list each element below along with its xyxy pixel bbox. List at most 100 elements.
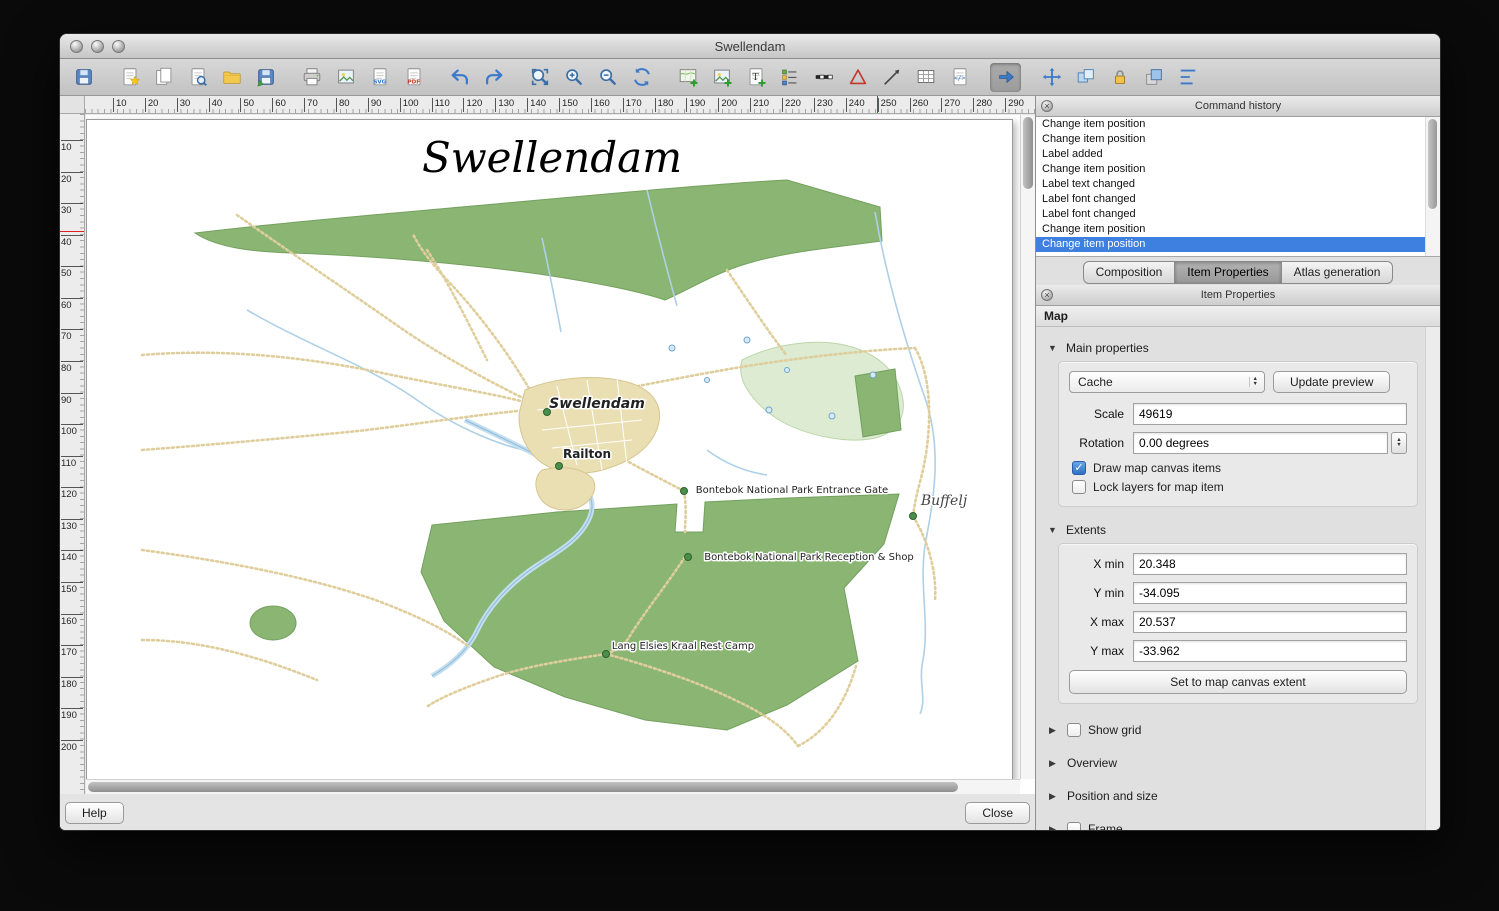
- duplicate-composition-button[interactable]: [148, 63, 179, 92]
- ruler-tick-label: 120: [463, 98, 482, 112]
- raise-items-button[interactable]: [1138, 63, 1169, 92]
- redo-button[interactable]: [478, 63, 509, 92]
- canvas-viewport[interactable]: SwellendamRailtonBontebok National Park …: [86, 115, 1035, 794]
- ruler-tick-label: 20: [145, 98, 159, 112]
- history-item[interactable]: Change item position: [1036, 117, 1440, 132]
- print-button[interactable]: [296, 63, 327, 92]
- toolbar: SVG PDF T </>: [60, 59, 1440, 96]
- disclosure-down-icon[interactable]: [1048, 525, 1059, 535]
- load-template-button[interactable]: [216, 63, 247, 92]
- rotation-stepper[interactable]: ▲▼: [1391, 432, 1407, 454]
- ruler-tick-label: 160: [591, 98, 610, 112]
- zoom-out-button[interactable]: [592, 63, 623, 92]
- svg-text:SVG: SVG: [373, 79, 386, 85]
- save-template-button[interactable]: [250, 63, 281, 92]
- ymin-input[interactable]: [1133, 582, 1407, 604]
- history-item[interactable]: Change item position: [1036, 237, 1440, 252]
- disclosure-right-icon[interactable]: [1049, 791, 1060, 802]
- ruler-corner: [60, 96, 85, 114]
- disclosure-right-icon[interactable]: [1049, 758, 1060, 769]
- set-to-map-canvas-extent-button[interactable]: Set to map canvas extent: [1069, 670, 1407, 694]
- tab-atlas-generation[interactable]: Atlas generation: [1282, 261, 1394, 284]
- composition-manager-button[interactable]: [182, 63, 213, 92]
- lock-items-button[interactable]: [1104, 63, 1135, 92]
- save-project-button[interactable]: [68, 63, 99, 92]
- add-table-button[interactable]: [910, 63, 941, 92]
- ymax-input[interactable]: [1133, 640, 1407, 662]
- minimize-window-button[interactable]: [91, 40, 104, 53]
- close-button[interactable]: Close: [965, 802, 1030, 824]
- help-button[interactable]: Help: [65, 802, 124, 824]
- disclosure-right-icon[interactable]: [1049, 725, 1060, 736]
- green-ellipse: [250, 606, 296, 640]
- export-pdf-button[interactable]: PDF: [398, 63, 429, 92]
- map-item[interactable]: SwellendamRailtonBontebok National Park …: [87, 120, 1012, 780]
- command-history-list: Change item positionChange item position…: [1036, 117, 1440, 257]
- add-label-button[interactable]: T: [740, 63, 771, 92]
- add-html-button[interactable]: </>: [944, 63, 975, 92]
- tab-composition[interactable]: Composition: [1083, 261, 1176, 284]
- undo-button[interactable]: [444, 63, 475, 92]
- xmax-input[interactable]: [1133, 611, 1407, 633]
- tab-item-properties[interactable]: Item Properties: [1175, 261, 1281, 284]
- history-item[interactable]: Label font changed: [1036, 207, 1440, 222]
- export-image-button[interactable]: [330, 63, 361, 92]
- history-item[interactable]: Label text changed: [1036, 177, 1440, 192]
- ruler-tick-label: 270: [941, 98, 960, 112]
- history-item[interactable]: Label added: [1036, 147, 1440, 162]
- history-item[interactable]: Change item position: [1036, 132, 1440, 147]
- map-point-marker: [556, 463, 563, 470]
- history-item[interactable]: Change item position: [1036, 222, 1440, 237]
- refresh-view-button[interactable]: [626, 63, 657, 92]
- zoom-in-button[interactable]: [558, 63, 589, 92]
- xmin-input[interactable]: [1133, 553, 1407, 575]
- close-history-panel-icon[interactable]: [1041, 100, 1053, 112]
- group-items-button[interactable]: [1070, 63, 1101, 92]
- position-and-size-section[interactable]: Position and size: [1049, 789, 1418, 803]
- ruler-tick-label: 100: [61, 424, 83, 437]
- move-item-content-button[interactable]: [1036, 63, 1067, 92]
- add-scalebar-button[interactable]: [808, 63, 839, 92]
- rotation-input[interactable]: [1133, 432, 1388, 454]
- history-scrollbar[interactable]: [1425, 117, 1440, 256]
- item-properties-body: Main properties Cache ▲▼ Update preview …: [1036, 327, 1440, 831]
- canvas-vertical-scrollbar[interactable]: [1020, 115, 1035, 779]
- add-shape-button[interactable]: [842, 63, 873, 92]
- show-grid-checkbox[interactable]: [1067, 723, 1081, 737]
- canvas-horizontal-scrollbar[interactable]: [86, 779, 1020, 794]
- history-item[interactable]: Change item position: [1036, 162, 1440, 177]
- disclosure-right-icon[interactable]: [1049, 824, 1060, 832]
- overview-section[interactable]: Overview: [1049, 756, 1418, 770]
- ruler-tick-label: 190: [61, 708, 83, 721]
- close-item-properties-icon[interactable]: [1041, 289, 1053, 301]
- frame-checkbox[interactable]: [1067, 822, 1081, 831]
- extents-section-header[interactable]: Extents: [1048, 523, 1418, 537]
- export-svg-button[interactable]: SVG: [364, 63, 395, 92]
- ruler-tick-label: 160: [61, 614, 83, 627]
- ruler-tick-label: 110: [432, 98, 450, 112]
- zoom-full-button[interactable]: [524, 63, 555, 92]
- disclosure-down-icon[interactable]: [1048, 343, 1059, 353]
- cache-dropdown[interactable]: Cache ▲▼: [1069, 371, 1265, 393]
- select-move-item-button[interactable]: [990, 63, 1021, 92]
- ymin-label: Y min: [1069, 586, 1124, 600]
- update-preview-button[interactable]: Update preview: [1273, 371, 1390, 393]
- main-properties-section-header[interactable]: Main properties: [1048, 341, 1418, 355]
- show-grid-section[interactable]: Show grid: [1049, 723, 1418, 737]
- align-items-button[interactable]: [1172, 63, 1203, 92]
- add-arrow-button[interactable]: [876, 63, 907, 92]
- lock-layers-checkbox[interactable]: [1072, 480, 1086, 494]
- history-item[interactable]: Label font changed: [1036, 192, 1440, 207]
- ruler-tick-label: 180: [655, 98, 674, 112]
- frame-section[interactable]: Frame: [1049, 822, 1418, 831]
- new-composition-button[interactable]: [114, 63, 145, 92]
- add-legend-button[interactable]: [774, 63, 805, 92]
- add-map-button[interactable]: [672, 63, 703, 92]
- close-window-button[interactable]: [70, 40, 83, 53]
- scale-input[interactable]: [1133, 403, 1407, 425]
- zoom-window-button[interactable]: [112, 40, 125, 53]
- ruler-tick-label: 30: [61, 203, 83, 216]
- draw-map-canvas-items-checkbox[interactable]: [1072, 461, 1086, 475]
- panel-scrollbar[interactable]: [1425, 327, 1440, 831]
- add-image-button[interactable]: [706, 63, 737, 92]
